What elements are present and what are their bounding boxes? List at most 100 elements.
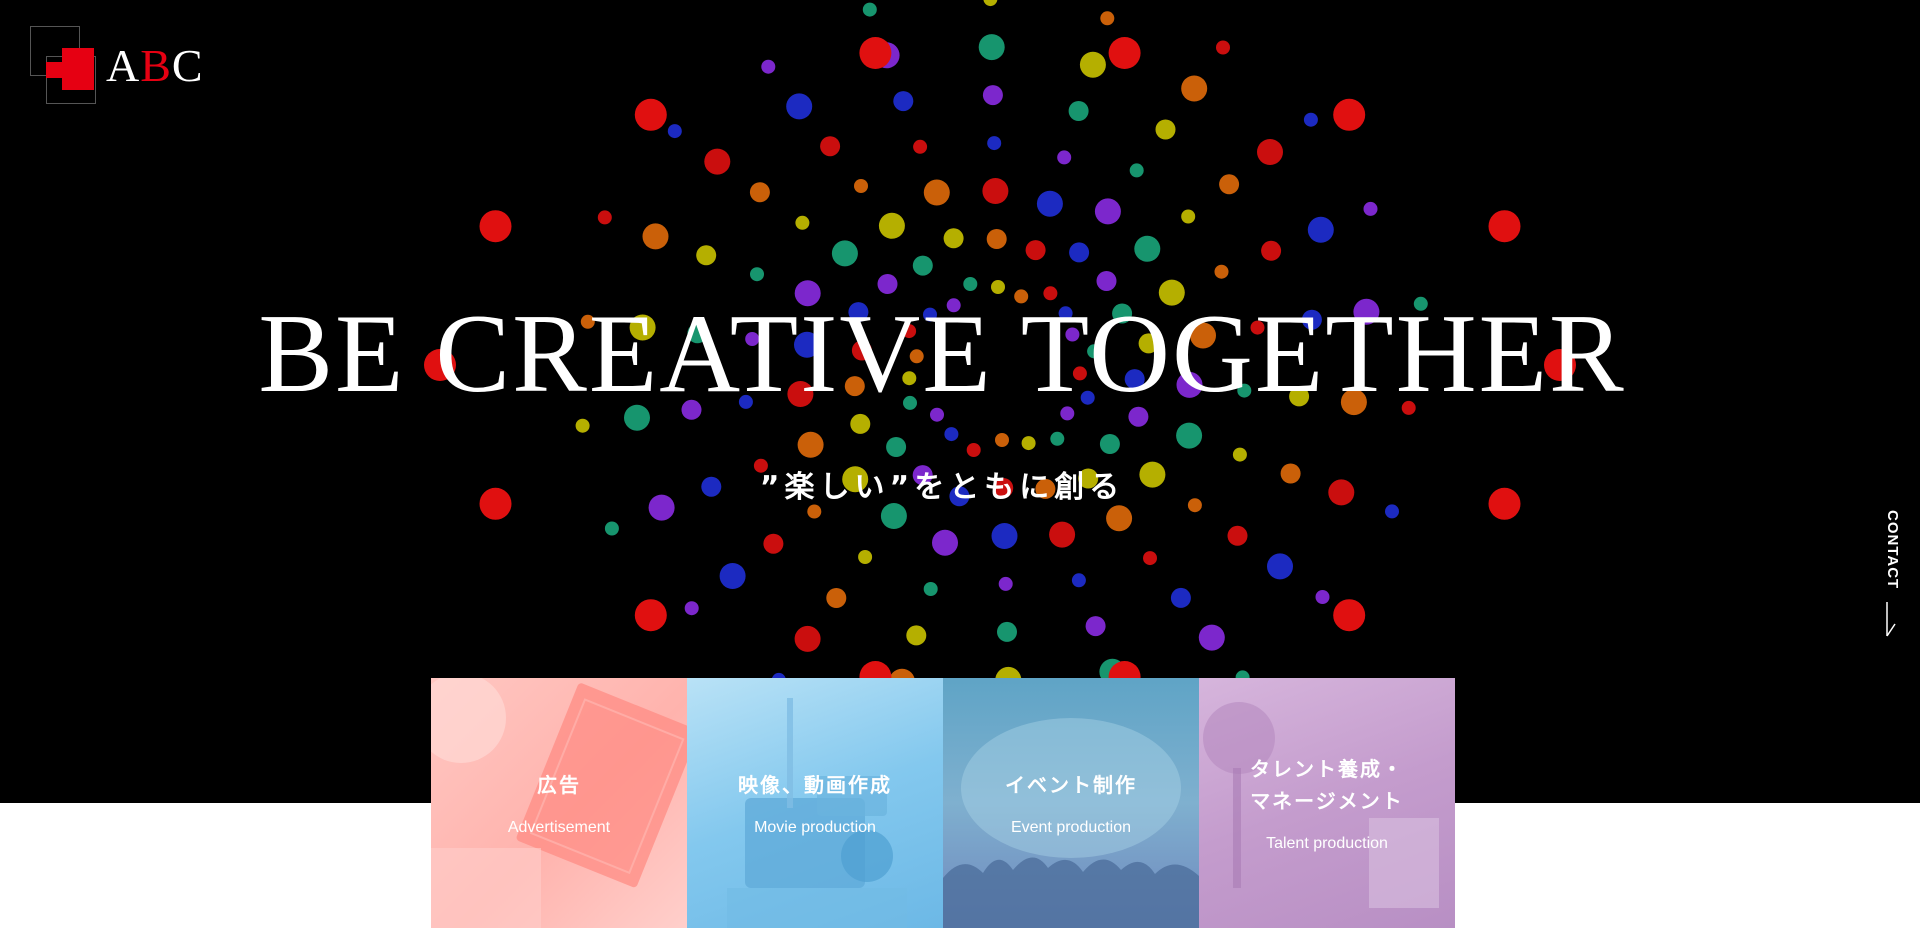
service-card-talent[interactable]: タレント養成・ マネージメント Talent production	[1199, 678, 1455, 928]
firework-dot	[1100, 11, 1115, 26]
firework-dot	[761, 59, 776, 74]
firework-dot	[997, 621, 1017, 642]
service-title-en: Advertisement	[507, 819, 611, 836]
firework-dot	[986, 229, 1007, 249]
firework-dot	[1261, 240, 1282, 261]
firework-dot	[1143, 551, 1157, 566]
firework-dot	[1307, 216, 1334, 243]
firework-dot	[1106, 505, 1133, 532]
firework-dot	[667, 124, 682, 139]
service-card-advertisement[interactable]: 広告 Advertisement	[431, 678, 687, 928]
service-title-jp: 映像、動画作成	[738, 773, 892, 797]
firework-dot	[634, 599, 667, 632]
firework-dot	[912, 255, 933, 276]
firework-dot	[1099, 434, 1120, 454]
firework-dot	[719, 563, 746, 589]
firework-dot	[1315, 590, 1330, 604]
firework-dot	[878, 212, 905, 239]
firework-dot	[634, 98, 667, 131]
firework-dot	[1303, 112, 1318, 127]
firework-dot	[1267, 553, 1293, 580]
firework-dot	[1363, 201, 1378, 216]
firework-dot	[998, 576, 1013, 591]
firework-dot	[1333, 599, 1366, 632]
firework-dot	[704, 148, 731, 175]
firework-dot	[906, 625, 927, 646]
service-card-event[interactable]: イベント制作 Event production	[943, 678, 1199, 928]
firework-dot	[963, 277, 978, 291]
firework-dot	[1198, 624, 1225, 651]
firework-dot	[983, 0, 998, 7]
firework-dot	[932, 529, 958, 556]
hero-headline: BE CREATIVE TOGETHER	[258, 292, 1626, 416]
firework-dot	[1071, 573, 1086, 588]
firework-dot	[1094, 198, 1121, 225]
firework-dot	[854, 179, 868, 193]
firework-dot	[1257, 139, 1283, 165]
firework-dot	[1085, 616, 1106, 637]
firework-dot	[991, 523, 1018, 549]
contact-arrow-icon	[1886, 602, 1896, 637]
firework-dot	[795, 215, 810, 230]
firework-dot	[859, 37, 892, 69]
firework-dot	[1096, 271, 1117, 291]
firework-dot	[575, 418, 590, 433]
firework-dot	[826, 588, 847, 608]
site-logo[interactable]: ABC	[30, 26, 205, 104]
hero-tagline: ”楽しい”をともに創る	[759, 470, 1125, 505]
firework-dot	[597, 210, 612, 225]
firework-dot	[1050, 431, 1065, 446]
firework-dot	[604, 521, 619, 536]
logo-mark-icon	[30, 26, 96, 104]
firework-dot	[858, 550, 873, 564]
firework-dot	[1049, 521, 1076, 548]
contact-label: CONTACT	[1884, 510, 1901, 590]
firework-dot	[831, 240, 858, 267]
service-title-jp: イベント制作	[1005, 773, 1137, 797]
firework-dot	[978, 34, 1005, 61]
firework-dot	[807, 504, 822, 519]
firework-dot	[913, 139, 928, 154]
firework-dot	[880, 503, 907, 529]
firework-dot	[923, 582, 938, 596]
firework-dot	[820, 136, 841, 157]
firework-dot	[1385, 504, 1399, 519]
firework-dot	[786, 93, 813, 120]
firework-dot	[1488, 210, 1521, 243]
firework-dot	[987, 136, 1002, 151]
firework-dot	[1025, 240, 1046, 261]
firework-dot	[1181, 75, 1208, 102]
firework-dot	[642, 223, 669, 250]
firework-dot	[893, 91, 914, 112]
firework-dot	[797, 431, 824, 458]
firework-dot	[943, 228, 964, 249]
firework-dot	[995, 433, 1009, 447]
firework-dot	[479, 210, 512, 243]
service-title-en: Event production	[1010, 819, 1132, 836]
firework-dot	[923, 179, 950, 206]
service-title-en: Talent production	[1266, 835, 1388, 852]
firework-dot	[1333, 98, 1366, 131]
firework-dot	[1021, 436, 1036, 451]
firework-dot	[862, 2, 877, 17]
firework-dot	[1170, 587, 1191, 608]
contact-link[interactable]: CONTACT	[1882, 510, 1920, 640]
firework-dot	[1134, 235, 1161, 262]
firework-dot	[1181, 209, 1196, 224]
firework-dot	[763, 533, 784, 554]
firework-dot	[1216, 40, 1230, 55]
firework-dot	[684, 601, 699, 616]
firework-dot	[1069, 242, 1090, 263]
firework-dot	[1176, 422, 1203, 449]
firework-dot	[750, 267, 764, 282]
firework-dot	[1155, 119, 1176, 140]
firework-dot	[966, 443, 981, 457]
firework-dot	[1232, 447, 1247, 462]
service-title-en: Movie production	[754, 819, 876, 836]
firework-dot	[1068, 101, 1089, 121]
firework-dot	[794, 625, 821, 652]
firework-dot	[696, 245, 717, 266]
logo-text: ABC	[106, 39, 204, 91]
service-card-movie[interactable]: 映像、動画作成 Movie production	[687, 678, 943, 928]
firework-dot	[749, 182, 770, 203]
